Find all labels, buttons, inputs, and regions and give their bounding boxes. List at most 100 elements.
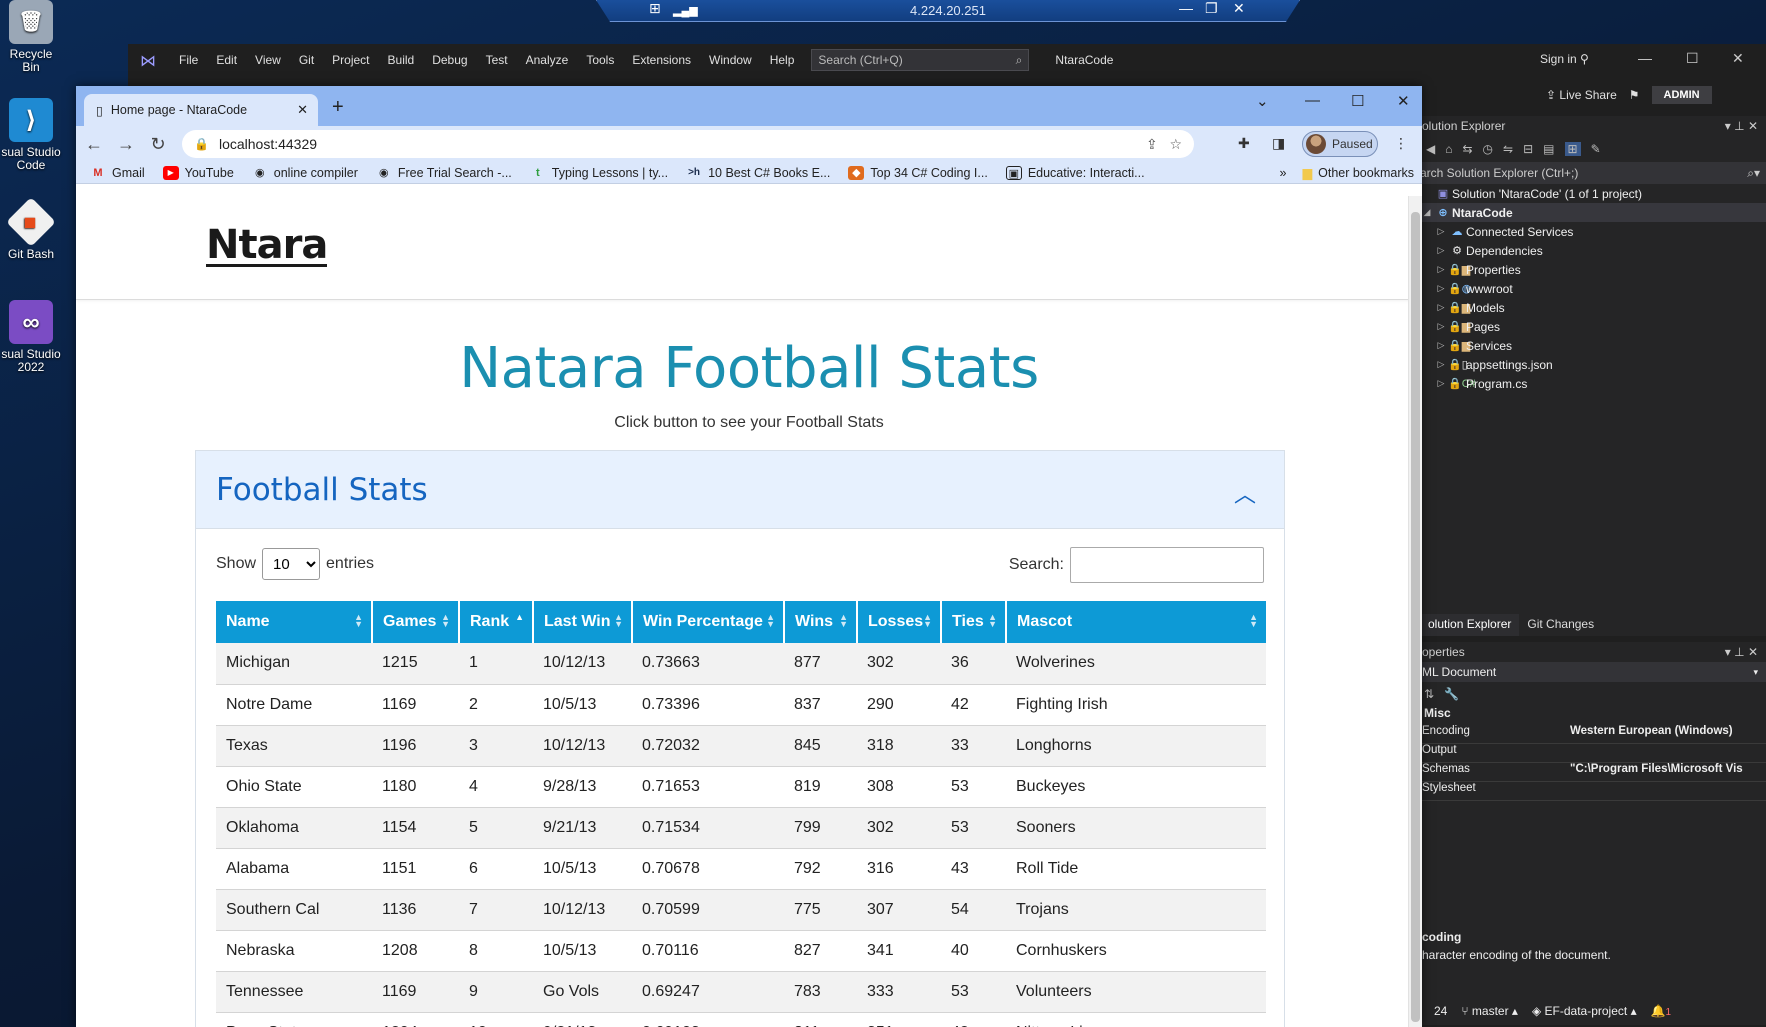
col-win-percentage[interactable]: Win Percentage ▲ ▼: [632, 601, 785, 643]
admin-badge[interactable]: ADMIN: [1651, 86, 1712, 104]
pane-options-icon[interactable]: ▾ ⊥ ✕: [1725, 645, 1758, 659]
sync-icon[interactable]: ⇋: [1503, 142, 1513, 156]
tree-project[interactable]: ◢ ⊕ NtaraCode: [1420, 203, 1766, 222]
vs-menu-extensions[interactable]: Extensions: [623, 53, 700, 67]
tab-solution-explorer[interactable]: olution Explorer: [1420, 614, 1520, 636]
chevron-up-icon[interactable]: ︿: [1234, 477, 1256, 509]
chrome-minimize-icon[interactable]: —: [1305, 92, 1320, 109]
vs-menu-test[interactable]: Test: [477, 53, 517, 67]
visual-studio-shortcut[interactable]: ∞ sual Studio 2022: [0, 300, 62, 374]
site-logo[interactable]: Ntara: [206, 225, 328, 267]
properties-icon[interactable]: ✎: [1591, 142, 1601, 156]
back-button[interactable]: ←: [78, 134, 110, 155]
other-bookmarks[interactable]: » ▆ Other bookmarks: [1280, 165, 1414, 181]
tree-dependencies[interactable]: ▷ ⚙ Dependencies: [1420, 241, 1766, 260]
feedback-icon[interactable]: ⚑: [1629, 88, 1640, 102]
vscode-shortcut[interactable]: ⟩ sual Studio Code: [0, 98, 62, 172]
wrench-icon[interactable]: 🔧: [1444, 687, 1459, 701]
col-mascot[interactable]: Mascot ▲ ▼: [1006, 601, 1266, 643]
repo-selector[interactable]: ◈ EF-data-project ▴: [1532, 1004, 1637, 1018]
history-icon[interactable]: ◷: [1483, 142, 1493, 156]
vs-menu-edit[interactable]: Edit: [207, 53, 246, 67]
show-all-icon[interactable]: ▤: [1543, 142, 1554, 156]
col-last-win[interactable]: Last Win ▲ ▼: [533, 601, 633, 643]
col-ties[interactable]: Ties ▲ ▼: [941, 601, 1007, 643]
branch-selector[interactable]: ⑂ master ▴: [1461, 1004, 1518, 1018]
more-bookmarks-icon[interactable]: »: [1280, 166, 1287, 180]
vs-minimize-icon[interactable]: —: [1638, 50, 1652, 66]
share-bookmark-icons[interactable]: ⇪ ☆: [1146, 136, 1182, 153]
back-icon[interactable]: ◀: [1426, 142, 1435, 156]
vs-menu-window[interactable]: Window: [700, 53, 761, 67]
bookmark-online-compiler[interactable]: ◉ online compiler: [252, 166, 358, 180]
recycle-bin-shortcut[interactable]: 🗑 Recycle Bin: [0, 0, 62, 74]
address-bar[interactable]: 🔒 localhost:44329 ⇪ ☆: [182, 130, 1194, 158]
tree-pages[interactable]: ▷ 🔒▆ Pages: [1420, 317, 1766, 336]
minimize-icon[interactable]: —: [1179, 0, 1193, 16]
bookmark-csharp-coding[interactable]: ◆ Top 34 C# Coding I...: [848, 165, 988, 180]
property-row[interactable]: Schemas "C:\Program Files\Microsoft Vis: [1420, 763, 1766, 782]
close-icon[interactable]: ✕: [1233, 0, 1245, 17]
bookmark-gmail[interactable]: M Gmail: [90, 166, 144, 180]
tree-wwwroot[interactable]: ▷ 🔒◍ wwwroot: [1420, 279, 1766, 298]
chrome-maximize-icon[interactable]: ☐: [1351, 92, 1364, 110]
bookmark-free-trial[interactable]: ◉ Free Trial Search -...: [376, 166, 512, 180]
new-tab-button[interactable]: +: [332, 96, 344, 119]
col-rank[interactable]: Rank ▲: [459, 601, 534, 643]
collapse-all-icon[interactable]: ⊟: [1523, 142, 1533, 156]
vs-menu-analyze[interactable]: Analyze: [517, 53, 578, 67]
close-tab-icon[interactable]: ✕: [297, 102, 308, 118]
properties-object-selector[interactable]: ML Document ▾: [1420, 662, 1766, 682]
vs-menu-debug[interactable]: Debug: [423, 53, 476, 67]
vs-menu-build[interactable]: Build: [379, 53, 424, 67]
switch-view-icon[interactable]: ⇆: [1462, 142, 1472, 156]
tree-models[interactable]: ▷ 🔒▆ Models: [1420, 298, 1766, 317]
tree-connected-services[interactable]: ▷ ☁ Connected Services: [1420, 222, 1766, 241]
tab-search-icon[interactable]: ⌄: [1256, 92, 1269, 110]
bookmark-csharp-books[interactable]: >h 10 Best C# Books E...: [686, 166, 830, 180]
bookmark-youtube[interactable]: ▶ YouTube: [162, 165, 234, 180]
tree-solution[interactable]: ▣ Solution 'NtaraCode' (1 of 1 project): [1420, 184, 1766, 203]
notifications-button[interactable]: 🔔1: [1651, 1004, 1672, 1018]
page-scrollbar[interactable]: [1408, 196, 1422, 1027]
side-panel-icon[interactable]: ◨: [1272, 135, 1285, 152]
solution-explorer-search[interactable]: arch Solution Explorer (Ctrl+;) ⌕▾: [1420, 162, 1766, 184]
vs-search-box[interactable]: Search (Ctrl+Q) ⌕: [811, 49, 1030, 71]
vs-close-icon[interactable]: ✕: [1732, 50, 1744, 67]
git-bash-shortcut[interactable]: ◆ Git Bash: [0, 197, 62, 261]
bookmark-educative[interactable]: ▣ Educative: Interacti...: [1005, 165, 1145, 180]
col-games[interactable]: Games ▲ ▼: [372, 601, 460, 643]
property-row[interactable]: Output: [1420, 744, 1766, 763]
vs-sign-in[interactable]: Sign in ⚲: [1540, 52, 1589, 66]
home-icon[interactable]: ⌂: [1445, 142, 1452, 156]
tree-properties[interactable]: ▷ 🔒▆ Properties: [1420, 260, 1766, 279]
forward-button[interactable]: →: [110, 134, 142, 155]
chrome-menu-icon[interactable]: ⋮: [1394, 135, 1408, 152]
property-row[interactable]: Encoding Western European (Windows): [1420, 725, 1766, 744]
property-row[interactable]: Stylesheet: [1420, 782, 1766, 801]
browser-tab[interactable]: ▯ Home page - NtaraCode ✕: [84, 94, 318, 126]
vs-menu-file[interactable]: File: [170, 53, 207, 67]
tab-git-changes[interactable]: Git Changes: [1519, 614, 1602, 636]
vs-menu-tools[interactable]: Tools: [577, 53, 623, 67]
preview-icon[interactable]: ⊞: [1564, 142, 1581, 156]
vs-maximize-icon[interactable]: ☐: [1686, 50, 1699, 67]
pane-options-icon[interactable]: ▾ ⊥ ✕: [1725, 119, 1758, 133]
tree-program-cs[interactable]: ▷ 🔒C# Program.cs: [1420, 374, 1766, 393]
reload-button[interactable]: ↻: [142, 134, 174, 155]
col-losses[interactable]: Losses ▲ ▼: [857, 601, 942, 643]
line-indicator[interactable]: 24: [1434, 1004, 1447, 1018]
col-wins[interactable]: Wins ▲ ▼: [784, 601, 858, 643]
tree-appsettings[interactable]: ▷ 🔒▯ appsettings.json: [1420, 355, 1766, 374]
sort-icon[interactable]: ⇅: [1424, 687, 1434, 701]
tree-services[interactable]: ▷ 🔒▆ Services: [1420, 336, 1766, 355]
bookmark-typing-lessons[interactable]: t Typing Lessons | ty...: [530, 166, 668, 180]
vs-menu-help[interactable]: Help: [761, 53, 804, 67]
col-name[interactable]: Name ▲ ▼: [216, 601, 373, 643]
scroll-thumb[interactable]: [1411, 212, 1420, 1022]
entries-select[interactable]: 10: [262, 548, 321, 580]
vs-menu-view[interactable]: View: [246, 53, 290, 67]
chrome-close-icon[interactable]: ✕: [1397, 92, 1410, 110]
profile-button[interactable]: Paused: [1302, 131, 1378, 157]
restore-icon[interactable]: ❐: [1205, 0, 1218, 17]
